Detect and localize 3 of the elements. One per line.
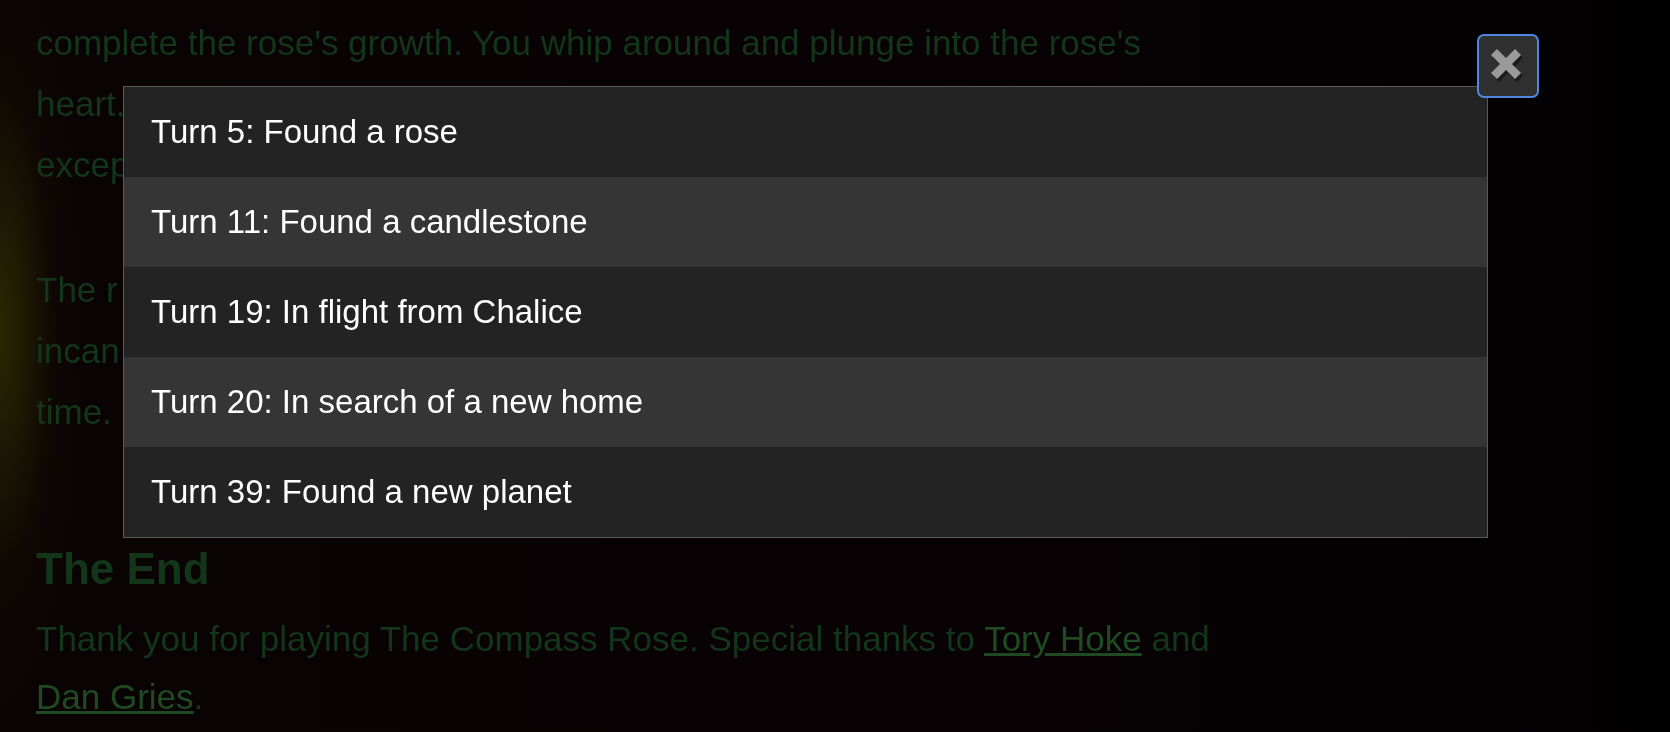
turn-log-item[interactable]: Turn 11: Found a candlestone <box>124 177 1487 267</box>
close-button[interactable] <box>1477 34 1539 98</box>
turn-log-item[interactable]: Turn 20: In search of a new home <box>124 357 1487 447</box>
